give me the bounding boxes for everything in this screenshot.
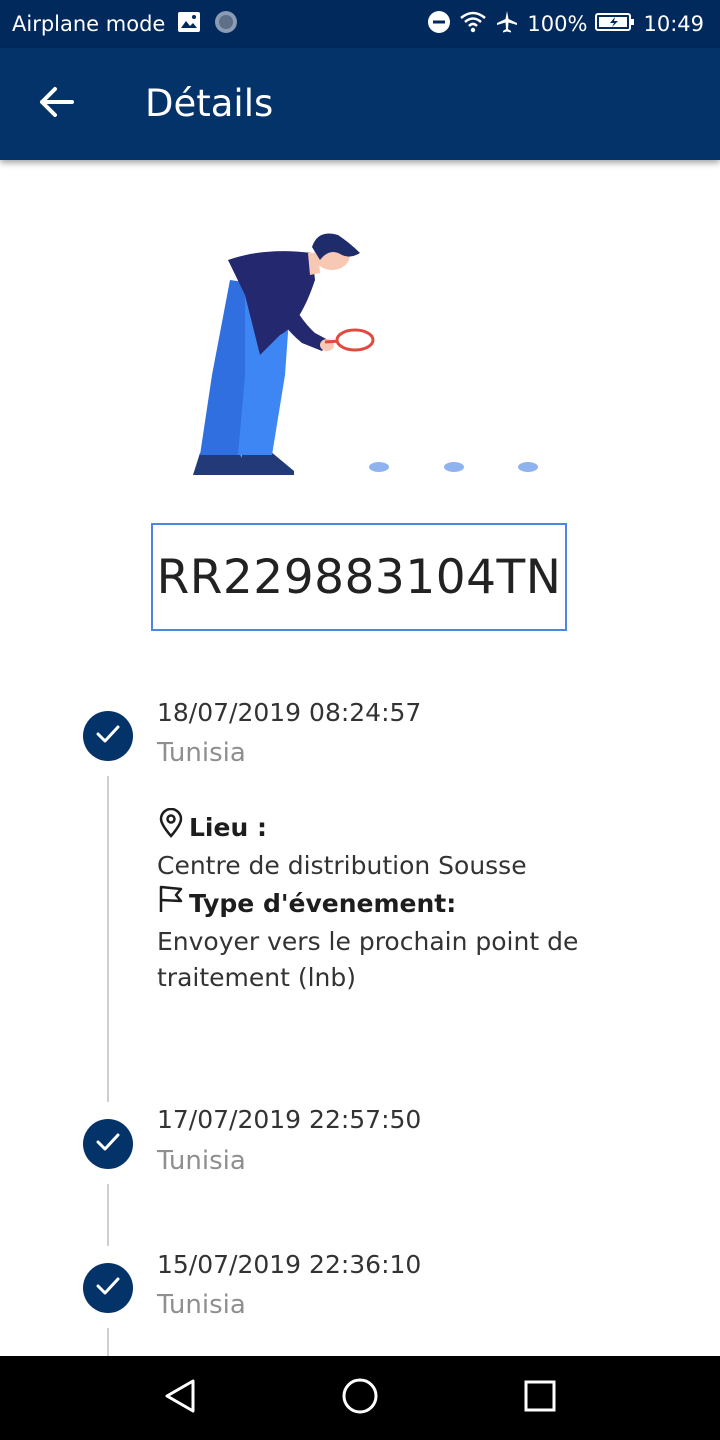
flag-icon (157, 884, 185, 924)
event-country: Tunisia (157, 1146, 246, 1176)
event-status-check (83, 1263, 133, 1313)
search-illustration (190, 225, 550, 485)
event-datetime: 15/07/2019 22:36:10 (157, 1250, 422, 1279)
event-country: Tunisia (157, 738, 246, 768)
status-bar: Airplane mode 100% 10:49 (0, 0, 720, 48)
event-status-check (83, 711, 133, 761)
clock: 10:49 (643, 12, 704, 36)
check-icon (95, 1276, 121, 1301)
timeline-line (107, 1328, 109, 1356)
square-recents-icon (523, 1379, 557, 1418)
page-title: Détails (145, 82, 274, 125)
tracking-number: RR229883104TN (151, 523, 567, 631)
do-not-disturb-icon (427, 10, 451, 39)
wifi-icon (459, 11, 487, 38)
status-right: 100% 10:49 (427, 0, 704, 48)
back-button[interactable] (28, 76, 84, 132)
event-type-label: Type d'évenement: (189, 889, 457, 918)
event-type-label-row: Type d'évenement: (157, 884, 627, 924)
location-label: Lieu : (189, 813, 267, 842)
nav-back-button[interactable] (158, 1376, 202, 1420)
nav-home-button[interactable] (338, 1376, 382, 1420)
battery-icon (595, 12, 635, 37)
event-status-check (83, 1119, 133, 1169)
location-label-row: Lieu : (157, 807, 627, 848)
status-left: Airplane mode (12, 0, 239, 48)
timeline-line (107, 776, 109, 1102)
airplane-mode-label: Airplane mode (12, 12, 166, 36)
event-datetime: 17/07/2019 22:57:50 (157, 1105, 422, 1134)
event-type-value: Envoyer vers le prochain point de traite… (157, 927, 579, 992)
event-country: Tunisia (157, 1290, 246, 1320)
circle-home-icon (341, 1377, 379, 1420)
app-bar: Détails (0, 48, 720, 160)
airplane-icon (495, 10, 519, 39)
event-datetime: 18/07/2019 08:24:57 (157, 698, 422, 727)
arrow-left-icon (38, 86, 74, 123)
timeline-line (107, 1184, 109, 1246)
battery-percent: 100% (527, 12, 588, 36)
map-pin-icon (157, 807, 185, 848)
check-icon (95, 1132, 121, 1157)
event-details: Lieu : Centre de distribution Sousse Typ… (157, 807, 627, 996)
triangle-back-icon (163, 1378, 197, 1419)
image-notification-icon (177, 11, 201, 38)
sync-notification-icon (213, 9, 239, 40)
nav-recents-button[interactable] (518, 1376, 562, 1420)
location-value: Centre de distribution Sousse (157, 851, 527, 880)
system-nav-bar (0, 1356, 720, 1440)
check-icon (95, 724, 121, 749)
